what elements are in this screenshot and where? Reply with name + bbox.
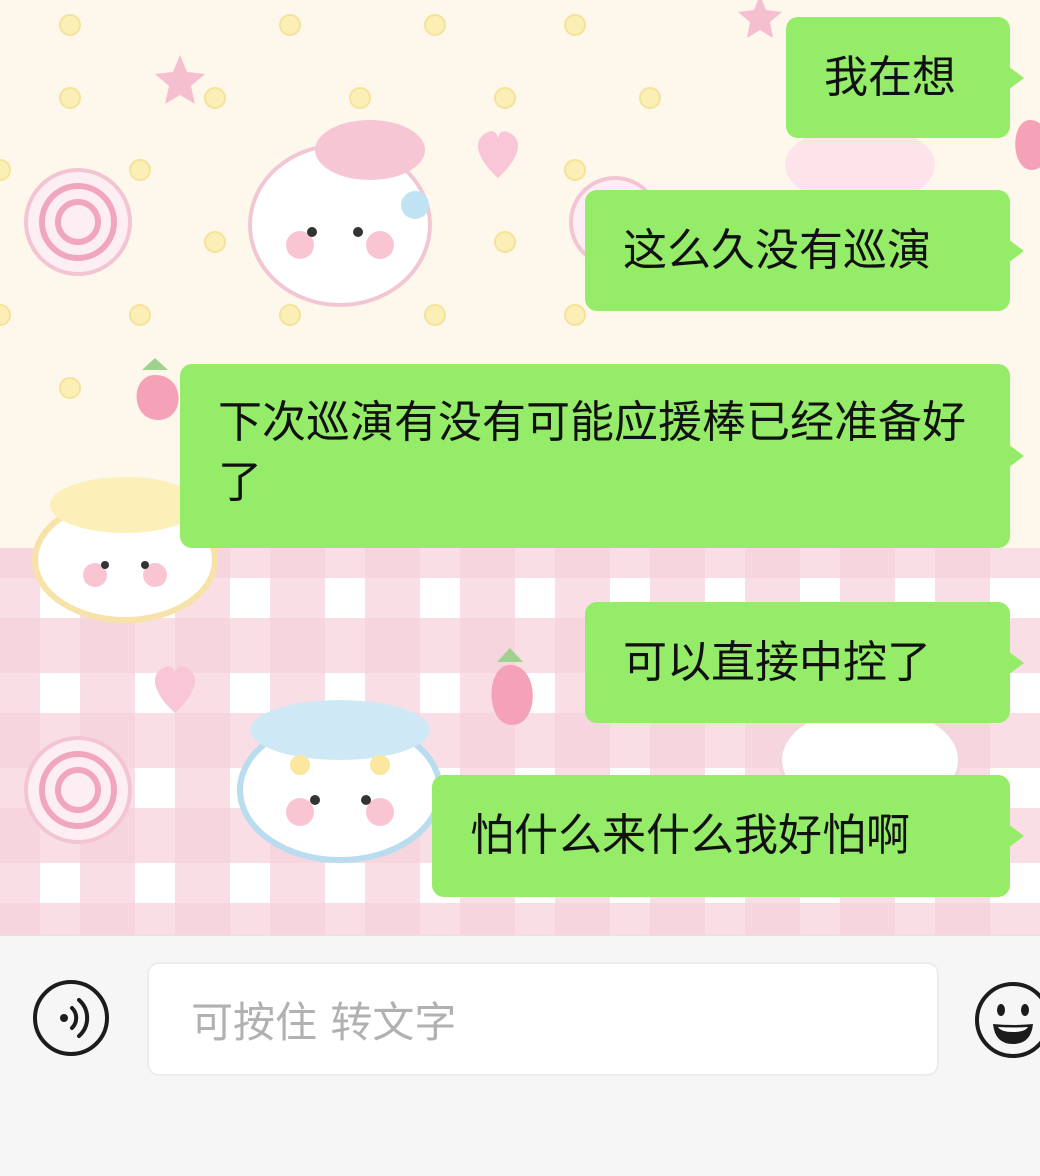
message-text: 下次巡演有没有可能应援棒已经准备好了: [218, 397, 966, 508]
message-text: 这么久没有巡演: [623, 224, 931, 276]
message-text: 可以直接中控了: [623, 636, 931, 688]
message-text: 怕什么来什么我好怕啊: [470, 810, 910, 861]
chat-message-bubble[interactable]: 怕什么来什么我好怕啊: [432, 775, 1024, 897]
chat-message-bubble[interactable]: 这么久没有巡演: [585, 190, 1024, 311]
chat-message-bubble[interactable]: 可以直接中控了: [585, 602, 1024, 723]
chat-message-bubble[interactable]: 我在想: [786, 17, 1024, 138]
chat-input-bar: 可按住 转文字: [0, 935, 1040, 1176]
voice-icon: [60, 998, 90, 1038]
input-placeholder: 可按住 转文字: [191, 997, 457, 1047]
chat-message-bubble[interactable]: 下次巡演有没有可能应援棒已经准备好了: [180, 364, 1024, 548]
message-text: 我在想: [824, 51, 956, 103]
emoji-button[interactable]: [973, 980, 1040, 1060]
message-input[interactable]: 可按住 转文字: [147, 962, 939, 1076]
voice-input-button[interactable]: [33, 980, 109, 1056]
emoji-icon: [975, 982, 1040, 1058]
